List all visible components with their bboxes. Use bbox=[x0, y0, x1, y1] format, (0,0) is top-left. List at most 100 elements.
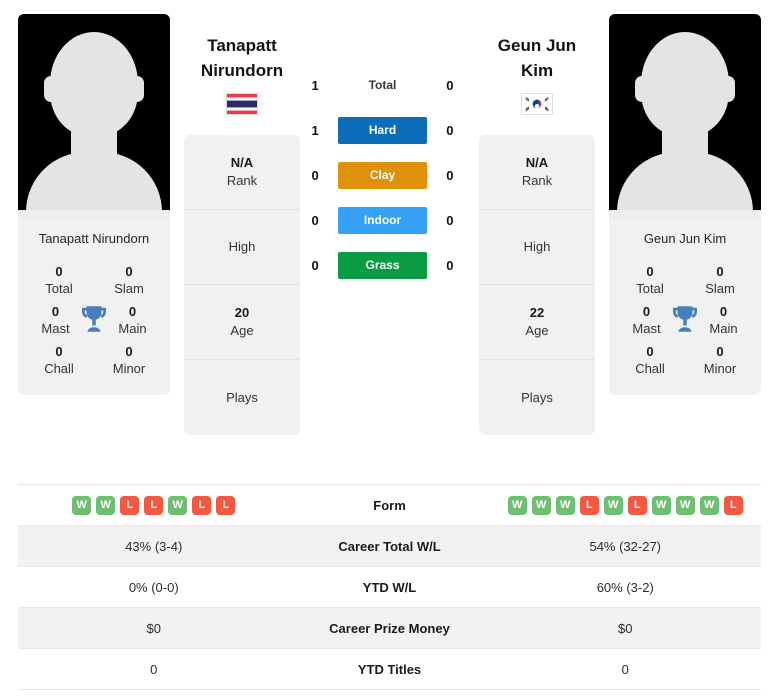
h2h-row-grass: 0 Grass 0 bbox=[303, 252, 463, 279]
right-info-high: High bbox=[479, 210, 595, 285]
table-row: 0 YTD Titles 0 bbox=[18, 649, 761, 690]
left-plays-label: Plays bbox=[226, 389, 258, 405]
left-high-label: High bbox=[228, 239, 256, 254]
h2h-hard-label[interactable]: Hard bbox=[337, 117, 428, 144]
form-badge-loss: L bbox=[144, 495, 164, 515]
right-rank-value: N/A bbox=[525, 155, 549, 170]
avatar-ear-left-icon bbox=[635, 76, 649, 102]
achievement-main: 0 Main bbox=[700, 303, 747, 337]
right-ytd-titles: 0 bbox=[621, 661, 629, 677]
h2h-total-left-score: 1 bbox=[311, 78, 319, 93]
right-ytd-wl: 60% (3-2) bbox=[596, 579, 654, 595]
h2h-hard-right-score: 0 bbox=[446, 123, 454, 138]
achievement-main-value: 0 bbox=[719, 304, 728, 319]
h2h-indoor-right-score: 0 bbox=[446, 213, 454, 228]
achievement-chall-value: 0 bbox=[55, 344, 63, 359]
achievement-mast-value: 0 bbox=[51, 304, 60, 319]
avatar-ear-left-icon bbox=[44, 76, 58, 102]
achievement-slam-label: Slam bbox=[705, 281, 735, 296]
left-age-value: 20 bbox=[234, 305, 250, 320]
table-row: 43% (3-4) Career Total W/L 54% (32-27) bbox=[18, 526, 761, 567]
achievements-row-2: 0 Mast 0 Main bbox=[24, 301, 164, 339]
right-plays-label: Plays bbox=[521, 389, 553, 405]
left-ytd-wl: 0% (0-0) bbox=[128, 579, 179, 595]
trophy-icon bbox=[79, 303, 109, 337]
comparison-header: Tanapatt Nirundorn 0 Total 0 Slam 0 Mast… bbox=[0, 0, 779, 466]
left-player-avatar bbox=[18, 14, 170, 210]
head-to-head-surfaces: 1 Total 0 1 Hard 0 0 Clay 0 0 Indoor 0 0 bbox=[300, 14, 465, 279]
right-player-info-column: Geun Jun Kim N/A Rank High 22 Age Plays bbox=[479, 14, 595, 435]
achievements-row-3: 0 Chall 0 Minor bbox=[615, 339, 755, 381]
avatar-ear-right-icon bbox=[721, 76, 735, 102]
avatar-divider bbox=[18, 210, 170, 220]
form-badge-win: W bbox=[72, 495, 92, 515]
h2h-grass-label[interactable]: Grass bbox=[337, 252, 428, 279]
achievements-row-1: 0 Total 0 Slam bbox=[615, 259, 755, 301]
h2h-clay-right-score: 0 bbox=[446, 168, 454, 183]
achievement-mast-label: Mast bbox=[41, 321, 70, 336]
achievement-main: 0 Main bbox=[109, 303, 156, 337]
achievement-mast: 0 Mast bbox=[32, 303, 79, 337]
right-info-rank: N/A Rank bbox=[479, 135, 595, 210]
form-badge-win: W bbox=[603, 495, 623, 515]
left-prize-money: $0 bbox=[146, 620, 161, 636]
h2h-clay-label[interactable]: Clay bbox=[337, 162, 428, 189]
achievements-row-1: 0 Total 0 Slam bbox=[24, 259, 164, 301]
h2h-total-label: Total bbox=[368, 78, 397, 92]
right-player-card[interactable]: Geun Jun Kim 0 Total 0 Slam 0 Mast 0 Mai… bbox=[609, 14, 761, 395]
right-player-avatar bbox=[609, 14, 761, 210]
achievement-minor-label: Minor bbox=[703, 361, 737, 376]
avatar-shoulders-icon bbox=[617, 152, 753, 210]
trophy-icon bbox=[670, 303, 700, 337]
achievement-total-value: 0 bbox=[646, 264, 654, 279]
achievement-mast-label: Mast bbox=[632, 321, 661, 336]
thailand-flag-icon bbox=[226, 93, 258, 115]
achievement-slam-label: Slam bbox=[114, 281, 144, 296]
achievement-main-label: Main bbox=[709, 321, 738, 336]
right-prize-money: $0 bbox=[618, 620, 633, 636]
h2h-row-clay: 0 Clay 0 bbox=[303, 162, 463, 189]
h2h-indoor-label[interactable]: Indoor bbox=[337, 207, 428, 234]
left-info-plays: Plays bbox=[184, 360, 300, 435]
row-label-career-wl: Career Total W/L bbox=[338, 538, 441, 554]
row-label-ytd-wl: YTD W/L bbox=[362, 579, 417, 595]
h2h-total-right-score: 0 bbox=[446, 78, 454, 93]
right-career-wl: 54% (32-27) bbox=[589, 538, 662, 554]
achievement-total-label: Total bbox=[45, 281, 73, 296]
achievement-chall: 0 Chall bbox=[623, 343, 677, 377]
achievement-minor: 0 Minor bbox=[102, 343, 156, 377]
right-form-badges: WWWLWLWWWL bbox=[507, 495, 743, 515]
table-row: WWLLWLL Form WWWLWLWWWL bbox=[18, 485, 761, 526]
left-ytd-titles: 0 bbox=[150, 661, 158, 677]
right-player-name: Geun Jun Kim bbox=[609, 220, 761, 259]
h2h-indoor-left-score: 0 bbox=[311, 213, 319, 228]
achievement-slam-value: 0 bbox=[125, 264, 133, 279]
right-age-value: 22 bbox=[529, 305, 545, 320]
right-player-first-name: Geun Jun bbox=[497, 36, 577, 55]
achievement-slam: 0 Slam bbox=[102, 263, 156, 297]
left-player-last-name: Nirundorn bbox=[200, 61, 284, 80]
left-info-rank: N/A Rank bbox=[184, 135, 300, 210]
form-badge-win: W bbox=[555, 495, 575, 515]
form-badge-win: W bbox=[531, 495, 551, 515]
form-badge-loss: L bbox=[627, 495, 647, 515]
left-player-avatar-column: Tanapatt Nirundorn 0 Total 0 Slam 0 Mast… bbox=[18, 14, 170, 395]
row-label-ytd-titles: YTD Titles bbox=[357, 661, 422, 677]
avatar-ear-right-icon bbox=[130, 76, 144, 102]
right-high-label: High bbox=[523, 239, 551, 254]
table-row: 0% (0-0) YTD W/L 60% (3-2) bbox=[18, 567, 761, 608]
achievement-total-value: 0 bbox=[55, 264, 63, 279]
avatar-divider bbox=[609, 210, 761, 220]
achievements-row-3: 0 Chall 0 Minor bbox=[24, 339, 164, 381]
achievement-chall: 0 Chall bbox=[32, 343, 86, 377]
left-info-age: 20 Age bbox=[184, 285, 300, 360]
left-player-info-column: Tanapatt Nirundorn N/A Rank High 20 Age … bbox=[184, 14, 300, 435]
left-player-card[interactable]: Tanapatt Nirundorn 0 Total 0 Slam 0 Mast… bbox=[18, 14, 170, 395]
achievement-slam-value: 0 bbox=[716, 264, 724, 279]
left-form-badges: WWLLWLL bbox=[72, 495, 236, 515]
form-badge-win: W bbox=[675, 495, 695, 515]
achievement-main-label: Main bbox=[118, 321, 147, 336]
row-label-form: Form bbox=[373, 497, 406, 513]
achievement-minor-value: 0 bbox=[716, 344, 724, 359]
right-player-flag-wrap bbox=[479, 93, 595, 115]
